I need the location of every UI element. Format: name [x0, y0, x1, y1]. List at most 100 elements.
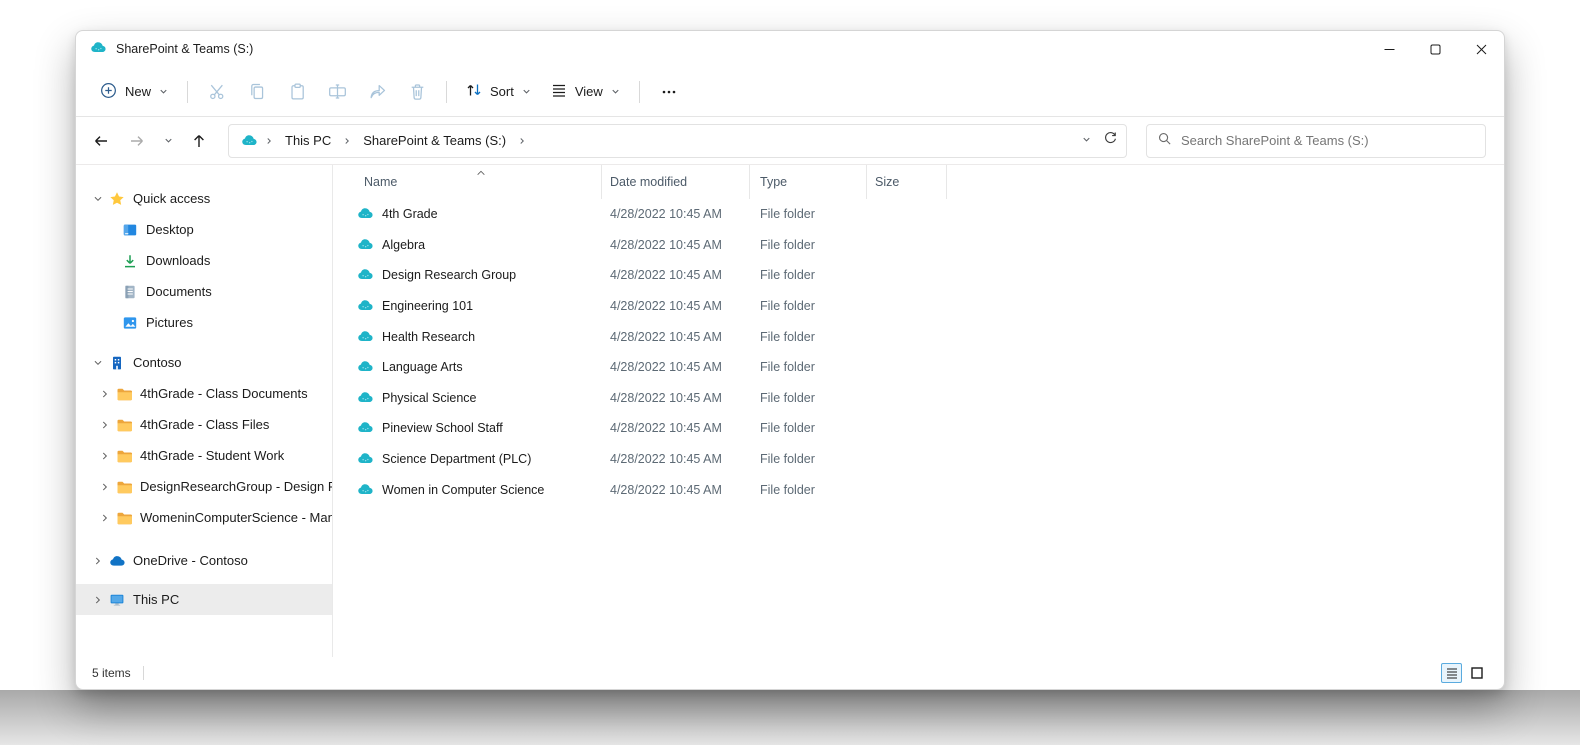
file-date: 4/28/2022 10:45 AM	[610, 482, 722, 497]
file-name: Women in Computer Science	[382, 482, 545, 497]
file-row[interactable]: Language Arts 4/28/2022 10:45 AM File fo…	[333, 352, 1504, 383]
chevron-right-icon[interactable]	[89, 554, 107, 568]
view-lines-icon	[550, 81, 568, 102]
cloud-folder-icon	[357, 206, 374, 222]
chevron-right-icon[interactable]	[89, 593, 107, 607]
file-row[interactable]: Women in Computer Science 4/28/2022 10:4…	[333, 474, 1504, 505]
sidebar-item-label: 4thGrade - Class Files	[140, 417, 270, 432]
file-row[interactable]: 4th Grade 4/28/2022 10:45 AM File folder	[333, 199, 1504, 230]
chevron-right-icon[interactable]	[264, 136, 274, 146]
file-type: File folder	[760, 329, 815, 344]
back-button[interactable]	[86, 126, 116, 156]
close-button[interactable]	[1458, 31, 1504, 67]
recent-locations-button[interactable]	[158, 126, 178, 156]
chevron-right-icon[interactable]	[342, 136, 352, 146]
forward-button[interactable]	[122, 126, 152, 156]
cut-button[interactable]	[197, 75, 237, 109]
sidebar-item-label: 4thGrade - Class Documents	[140, 386, 308, 401]
sidebar-item-folder[interactable]: 4thGrade - Student Work	[76, 440, 332, 471]
column-header-date-modified[interactable]: Date modified	[602, 165, 750, 199]
file-row[interactable]: Pineview School Staff 4/28/2022 10:45 AM…	[333, 413, 1504, 444]
sidebar-item-folder[interactable]: 4thGrade - Class Documents	[76, 378, 332, 409]
file-date: 4/28/2022 10:45 AM	[610, 237, 722, 252]
sidebar-item-label: Pictures	[146, 315, 193, 330]
file-row[interactable]: Engineering 101 4/28/2022 10:45 AM File …	[333, 291, 1504, 322]
sidebar-item-contoso[interactable]: Contoso	[76, 347, 332, 378]
sidebar-item-onedrive[interactable]: OneDrive - Contoso	[76, 545, 332, 576]
paste-button[interactable]	[277, 75, 317, 109]
column-header-size[interactable]: Size	[867, 165, 947, 199]
maximize-button[interactable]	[1412, 31, 1458, 67]
address-bar[interactable]: This PC SharePoint & Teams (S:)	[228, 123, 1127, 158]
refresh-icon[interactable]	[1102, 130, 1118, 151]
sidebar-item-folder[interactable]: WomeninComputerScience - Manage	[76, 502, 332, 533]
chevron-down-icon[interactable]	[89, 192, 107, 206]
more-options-button[interactable]	[649, 75, 689, 109]
chevron-right-icon[interactable]	[96, 387, 114, 401]
sort-button[interactable]: Sort	[456, 75, 541, 108]
desktop-icon	[120, 222, 140, 238]
column-header-name[interactable]: Name	[333, 165, 602, 199]
drive-cloud-icon[interactable]	[241, 133, 258, 149]
onedrive-cloud-icon	[107, 554, 127, 567]
breadcrumb-current-drive[interactable]: SharePoint & Teams (S:)	[358, 130, 511, 151]
search-input[interactable]	[1181, 133, 1475, 148]
delete-button[interactable]	[397, 75, 437, 109]
cloud-folder-icon	[357, 451, 374, 467]
sidebar-item-pictures[interactable]: Pictures	[76, 307, 332, 338]
chevron-right-icon[interactable]	[517, 136, 527, 146]
paste-icon	[290, 83, 304, 100]
sidebar-item-folder[interactable]: 4thGrade - Class Files	[76, 409, 332, 440]
file-type: File folder	[760, 482, 815, 497]
details-view-button[interactable]	[1441, 663, 1462, 683]
sidebar-item-desktop[interactable]: Desktop	[76, 214, 332, 245]
file-row[interactable]: Design Research Group 4/28/2022 10:45 AM…	[333, 260, 1504, 291]
sidebar-item-quick-access[interactable]: Quick access	[76, 183, 332, 214]
cloud-folder-icon	[357, 390, 374, 406]
file-date: 4/28/2022 10:45 AM	[610, 421, 722, 436]
sidebar-item-this-pc[interactable]: This PC	[76, 584, 332, 615]
file-row[interactable]: Health Research 4/28/2022 10:45 AM File …	[333, 321, 1504, 352]
navigation-pane: Quick access Desktop Downloads Documents…	[76, 165, 332, 657]
copy-icon	[250, 83, 263, 100]
cloud-folder-icon	[357, 420, 374, 436]
chevron-right-icon[interactable]	[96, 418, 114, 432]
search-box[interactable]	[1146, 123, 1486, 158]
cloud-folder-icon	[357, 359, 374, 375]
documents-icon	[120, 284, 140, 300]
large-icons-view-button[interactable]	[1466, 663, 1487, 683]
chevron-right-icon[interactable]	[96, 480, 114, 494]
column-header-type[interactable]: Type	[750, 165, 867, 199]
new-button-label: New	[125, 84, 152, 99]
chevron-right-icon[interactable]	[96, 511, 114, 525]
share-button[interactable]	[357, 75, 397, 109]
file-type: File folder	[760, 360, 815, 375]
sidebar-item-downloads[interactable]: Downloads	[76, 245, 332, 276]
rename-button[interactable]	[317, 75, 357, 109]
new-button[interactable]: New	[90, 75, 178, 109]
address-dropdown-chevron-icon[interactable]	[1081, 132, 1092, 150]
chevron-right-icon[interactable]	[96, 449, 114, 463]
minimize-button[interactable]	[1366, 31, 1412, 67]
file-row[interactable]: Algebra 4/28/2022 10:45 AM File folder	[333, 230, 1504, 261]
status-separator	[142, 666, 144, 680]
file-name: Algebra	[382, 237, 426, 252]
sidebar-item-documents[interactable]: Documents	[76, 276, 332, 307]
sidebar-item-label: Contoso	[133, 355, 182, 370]
file-row[interactable]: Science Department (PLC) 4/28/2022 10:45…	[333, 444, 1504, 475]
copy-button[interactable]	[237, 75, 277, 109]
file-date: 4/28/2022 10:45 AM	[610, 360, 722, 375]
up-button[interactable]	[184, 126, 214, 156]
chevron-down-icon	[521, 86, 532, 97]
file-row[interactable]: Physical Science 4/28/2022 10:45 AM File…	[333, 383, 1504, 414]
command-bar: New Sort View	[76, 67, 1504, 117]
sidebar-item-folder[interactable]: DesignResearchGroup - Design Resea	[76, 471, 332, 502]
breadcrumb-this-pc[interactable]: This PC	[280, 130, 336, 151]
view-button[interactable]: View	[541, 75, 630, 108]
cut-icon	[209, 84, 223, 100]
search-icon	[1157, 131, 1172, 151]
file-name: Science Department (PLC)	[382, 452, 532, 467]
chevron-down-icon[interactable]	[89, 356, 107, 370]
file-name: Health Research	[382, 329, 476, 344]
sidebar-item-label: Documents	[146, 284, 212, 299]
